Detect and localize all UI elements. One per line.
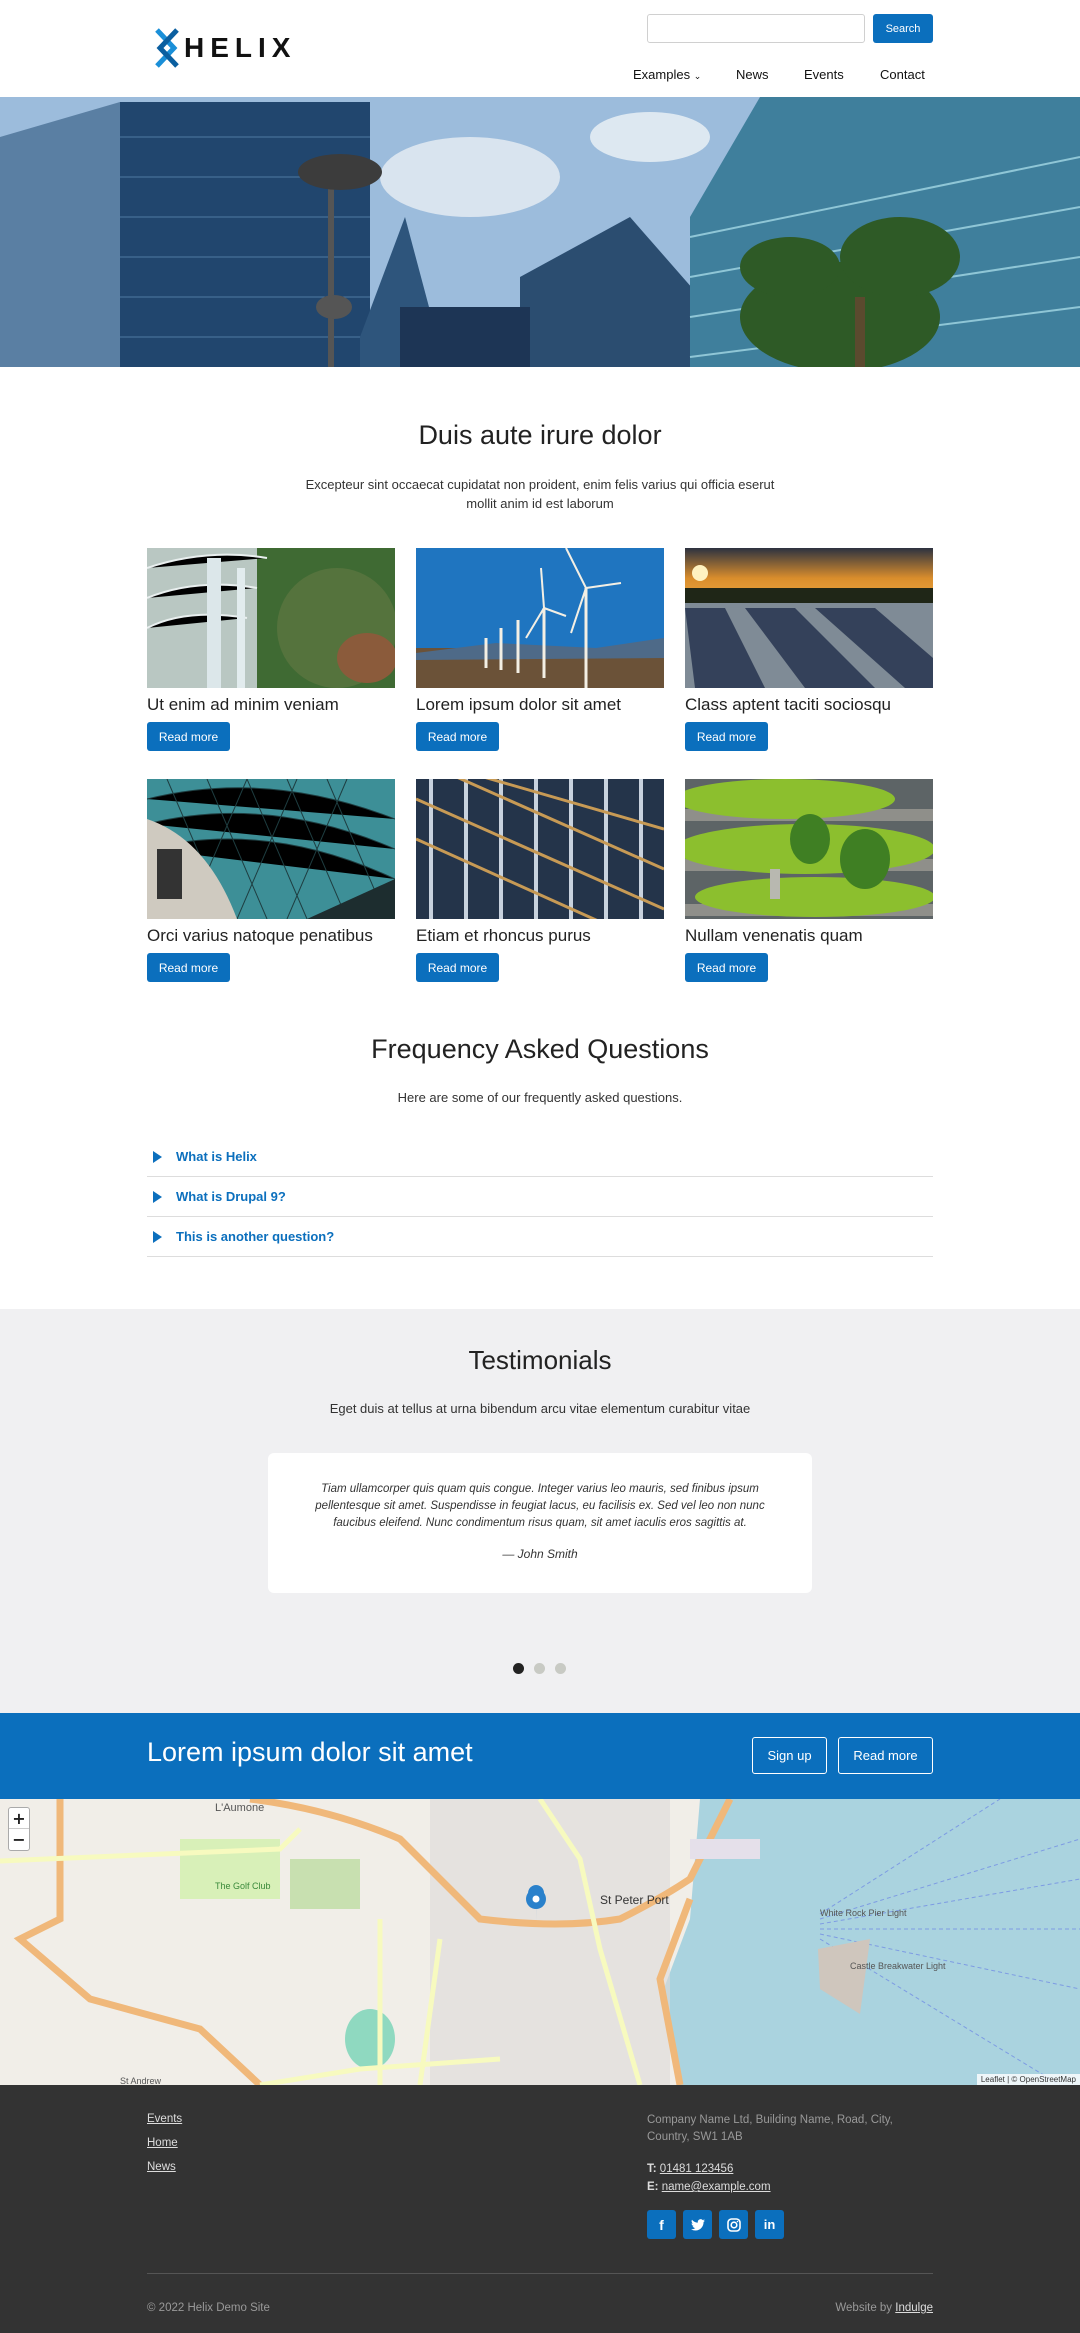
search-button[interactable]: Search — [873, 14, 933, 43]
faq-question: What is Helix — [176, 1149, 257, 1164]
credit-prefix: Website by — [835, 2302, 893, 2314]
card-title: Orci varius natoque penatibus — [147, 926, 373, 945]
facebook-icon[interactable]: f — [647, 2210, 676, 2239]
card-image[interactable] — [416, 779, 664, 919]
waterfall-image — [147, 548, 395, 688]
hero-buildings-illustration — [0, 97, 1080, 367]
svg-text:Castle Breakwater Light: Castle Breakwater Light — [850, 1961, 946, 1971]
card-image[interactable] — [147, 548, 395, 688]
intro-subtitle: Excepteur sint occaecat cupidatat non pr… — [305, 477, 775, 511]
testimonials-section: Testimonials Eget duis at tellus at urna… — [0, 1309, 1080, 1713]
nav-examples-label: Examples — [633, 67, 691, 82]
faq-question: What is Drupal 9? — [176, 1189, 286, 1204]
card-title: Class aptent taciti sociosqu — [685, 695, 891, 714]
wind-turbines-image — [416, 548, 664, 688]
intro-title: Duis aute irure dolor — [418, 420, 662, 450]
footer-phone-line: T: 01481 123456 — [647, 2161, 733, 2178]
instagram-icon[interactable] — [719, 2210, 748, 2239]
svg-text:St Andrew: St Andrew — [120, 2076, 162, 2085]
nav-contact[interactable]: Contact — [880, 67, 925, 82]
credit-link[interactable]: Indulge — [895, 2302, 933, 2314]
card-image[interactable] — [416, 548, 664, 688]
caret-right-icon — [153, 1150, 162, 1163]
logo-text: HELIX — [184, 32, 297, 63]
twitter-icon[interactable] — [683, 2210, 712, 2239]
read-more-button[interactable]: Read more — [685, 722, 768, 751]
map-label: The Golf Club — [215, 1881, 271, 1891]
nav-examples[interactable]: Examples ⌄ — [633, 67, 701, 82]
hero-image — [0, 97, 1080, 367]
cta-read-more-button[interactable]: Read more — [838, 1737, 933, 1774]
site-footer: Events Home News Company Name Ltd, Build… — [0, 2085, 1080, 2333]
sign-up-button[interactable]: Sign up — [752, 1737, 827, 1774]
solar-panels-image — [685, 548, 933, 688]
carousel-dot-active[interactable] — [513, 1663, 524, 1674]
card-title: Ut enim ad minim veniam — [147, 695, 339, 714]
map-zoom-control: + − — [8, 1807, 30, 1851]
building-facade-image — [416, 779, 664, 919]
read-more-button[interactable]: Read more — [416, 953, 499, 982]
map-tiles: The Golf Club St Peter Port Castle Break… — [0, 1799, 1080, 2085]
footer-divider — [147, 2273, 933, 2274]
nav-events[interactable]: Events — [804, 67, 844, 82]
map-attribution[interactable]: Leaflet | © OpenStreetMap — [976, 2074, 1080, 2085]
card-title: Nullam venenatis quam — [685, 926, 863, 945]
copyright: © 2022 Helix Demo Site — [147, 2302, 270, 2314]
read-more-button[interactable]: Read more — [147, 722, 230, 751]
card-image[interactable] — [147, 779, 395, 919]
svg-text:St Peter Port: St Peter Port — [600, 1893, 669, 1907]
footer-link-events[interactable]: Events — [147, 2113, 182, 2125]
read-more-button[interactable]: Read more — [147, 953, 230, 982]
map[interactable]: The Golf Club St Peter Port Castle Break… — [0, 1799, 1080, 2085]
glass-atrium-image — [147, 779, 395, 919]
chevron-down-icon: ⌄ — [693, 71, 702, 81]
cta-title: Lorem ipsum dolor sit amet — [147, 1737, 473, 1767]
cta-banner: Lorem ipsum dolor sit amet Sign up Read … — [0, 1713, 1080, 1799]
carousel-dot[interactable] — [534, 1663, 545, 1674]
green-building-image — [685, 779, 933, 919]
footer-email-line: E: name@example.com — [647, 2179, 771, 2196]
testimonials-title: Testimonials — [468, 1345, 612, 1375]
card-title: Etiam et rhoncus purus — [416, 926, 591, 945]
caret-right-icon — [153, 1190, 162, 1203]
footer-link-news[interactable]: News — [147, 2161, 176, 2173]
card-image[interactable] — [685, 548, 933, 688]
helix-logo-icon — [155, 28, 179, 68]
testimonial-card: Tiam ullamcorper quis quam quis congue. … — [268, 1453, 812, 1593]
search-input[interactable] — [647, 14, 865, 43]
email-label: E: — [647, 2181, 659, 2193]
logo[interactable]: HELIX — [154, 28, 296, 68]
testimonial-author: — John Smith — [502, 1547, 578, 1561]
phone-label: T: — [647, 2163, 657, 2175]
credit: Website by Indulge — [835, 2300, 933, 2317]
linkedin-icon[interactable]: in — [755, 2210, 784, 2239]
faq-title: Frequency Asked Questions — [371, 1034, 709, 1064]
testimonials-subtitle: Eget duis at tellus at urna bibendum arc… — [329, 1401, 751, 1416]
caret-right-icon — [153, 1230, 162, 1243]
faq-question: This is another question? — [176, 1229, 335, 1244]
faq-item[interactable]: This is another question? — [147, 1217, 933, 1257]
read-more-button[interactable]: Read more — [416, 722, 499, 751]
card-image[interactable] — [685, 779, 933, 919]
site-header: HELIX Search Examples ⌄ News Events Cont… — [0, 0, 1080, 97]
faq-item[interactable]: What is Helix — [147, 1137, 933, 1177]
phone-link[interactable]: 01481 123456 — [660, 2163, 734, 2175]
zoom-out-button[interactable]: − — [9, 1829, 29, 1850]
nav-news[interactable]: News — [736, 67, 769, 82]
email-link[interactable]: name@example.com — [662, 2181, 771, 2193]
svg-text:White Rock Pier Light: White Rock Pier Light — [820, 1908, 907, 1918]
footer-address: Company Name Ltd, Building Name, Road, C… — [647, 2114, 893, 2143]
card-title: Lorem ipsum dolor sit amet — [416, 695, 622, 714]
svg-text:L'Aumone: L'Aumone — [215, 1802, 264, 1814]
carousel-dot[interactable] — [555, 1663, 566, 1674]
zoom-in-button[interactable]: + — [9, 1808, 29, 1829]
read-more-button[interactable]: Read more — [685, 953, 768, 982]
testimonial-quote: Tiam ullamcorper quis quam quis congue. … — [315, 1483, 765, 1529]
faq-item[interactable]: What is Drupal 9? — [147, 1177, 933, 1217]
faq-subtitle: Here are some of our frequently asked qu… — [397, 1090, 683, 1105]
footer-link-home[interactable]: Home — [147, 2137, 178, 2149]
